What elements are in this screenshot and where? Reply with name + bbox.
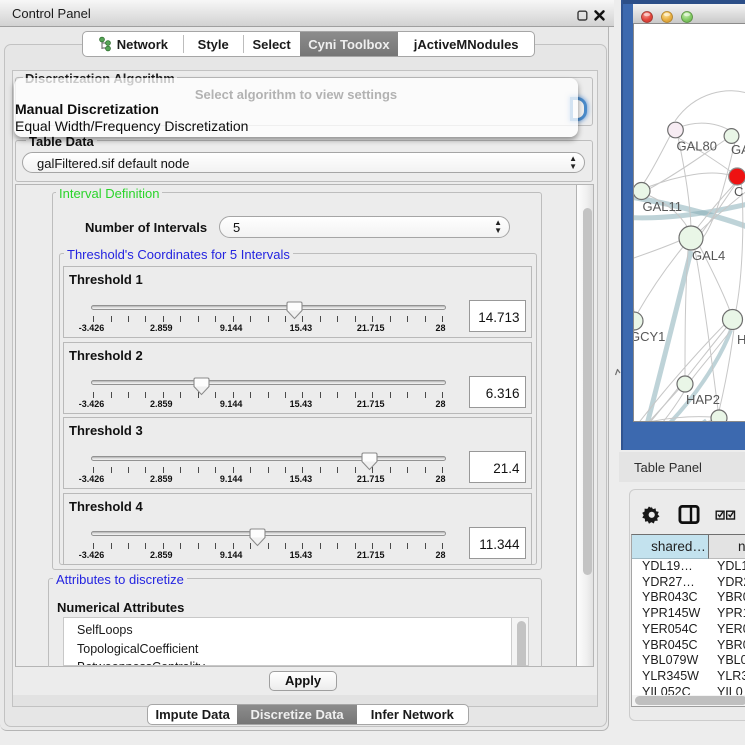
svg-text:C: C	[734, 184, 743, 199]
svg-text:HAP2: HAP2	[686, 392, 720, 407]
svg-text:GA: GA	[731, 142, 745, 157]
svg-text:GCY1: GCY1	[634, 329, 665, 344]
svg-text:GAL4: GAL4	[692, 248, 725, 263]
svg-text:GAL80: GAL80	[677, 139, 717, 154]
svg-text:H: H	[737, 332, 745, 347]
svg-text:GAL11: GAL11	[643, 199, 683, 214]
